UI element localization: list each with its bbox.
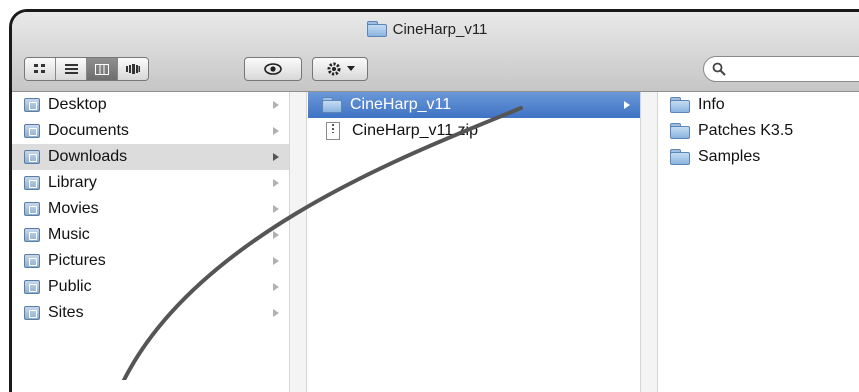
documents-folder-icon <box>24 124 40 138</box>
folder-icon <box>366 21 387 37</box>
icon-view-icon <box>34 64 45 73</box>
disclosure-arrow-icon <box>273 231 279 239</box>
eye-icon <box>264 63 282 75</box>
list-view-icon <box>64 64 78 74</box>
zip-file-icon <box>326 122 340 140</box>
folder-icon <box>670 97 690 113</box>
sidebar-item-documents[interactable]: Documents <box>12 118 289 144</box>
action-menu-button[interactable] <box>312 57 368 81</box>
view-segmented-control <box>24 57 149 81</box>
list-item-cineharp-zip[interactable]: CineHarp_v11.zip <box>308 118 640 144</box>
cineharp-column: Info Patches K3.5 Samples <box>660 92 859 392</box>
gear-icon <box>327 62 340 76</box>
sidebar-item-desktop[interactable]: Desktop <box>12 92 289 118</box>
folder-icon <box>670 123 690 139</box>
coverflow-view-button[interactable] <box>118 58 148 80</box>
disclosure-arrow-icon <box>624 101 630 109</box>
icon-view-button[interactable] <box>25 58 56 80</box>
sidebar-item-downloads[interactable]: Downloads <box>12 144 289 170</box>
folder-icon <box>322 97 342 113</box>
list-item-patches[interactable]: Patches K3.5 <box>660 118 859 144</box>
sidebar-item-movies[interactable]: Movies <box>12 196 289 222</box>
disclosure-arrow-icon <box>273 179 279 187</box>
sidebar-item-music[interactable]: Music <box>12 222 289 248</box>
column-divider[interactable] <box>289 92 307 392</box>
chevron-down-icon <box>346 66 355 71</box>
downloads-column: CineHarp_v11 CineHarp_v11.zip <box>308 92 640 392</box>
downloads-folder-icon <box>24 150 40 164</box>
column-divider[interactable] <box>640 92 658 392</box>
music-folder-icon <box>24 228 40 242</box>
library-folder-icon <box>24 176 40 190</box>
search-icon <box>712 62 726 76</box>
sidebar-item-library[interactable]: Library <box>12 170 289 196</box>
disclosure-arrow-icon <box>273 101 279 109</box>
list-item-info[interactable]: Info <box>660 92 859 118</box>
search-field[interactable] <box>703 56 859 82</box>
list-item-samples[interactable]: Samples <box>660 144 859 170</box>
window-title-text: CineHarp_v11 <box>392 21 488 38</box>
quick-look-button[interactable] <box>244 57 302 81</box>
disclosure-arrow-icon <box>273 127 279 135</box>
public-folder-icon <box>24 280 40 294</box>
column-view-icon <box>95 63 109 75</box>
coverflow-view-icon <box>126 64 140 74</box>
list-view-button[interactable] <box>56 58 87 80</box>
finder-window: CineHarp_v11 Desktop Documents Downloads… <box>9 9 859 392</box>
movies-folder-icon <box>24 202 40 216</box>
column-view-button[interactable] <box>87 58 118 80</box>
disclosure-arrow-icon <box>273 283 279 291</box>
title-bar: CineHarp_v11 <box>12 12 859 92</box>
window-title: CineHarp_v11 <box>12 21 842 38</box>
list-item-cineharp-folder[interactable]: CineHarp_v11 <box>308 92 640 118</box>
sidebar-item-public[interactable]: Public <box>12 274 289 300</box>
sidebar-column: Desktop Documents Downloads Library Movi… <box>12 92 289 392</box>
sidebar-item-sites[interactable]: Sites <box>12 300 289 326</box>
folder-icon <box>670 149 690 165</box>
search-input[interactable] <box>728 61 859 78</box>
sidebar-item-pictures[interactable]: Pictures <box>12 248 289 274</box>
disclosure-arrow-icon <box>273 257 279 265</box>
disclosure-arrow-icon <box>273 205 279 213</box>
sites-folder-icon <box>24 306 40 320</box>
disclosure-arrow-icon <box>273 309 279 317</box>
disclosure-arrow-icon <box>273 153 279 161</box>
desktop-folder-icon <box>24 98 40 112</box>
pictures-folder-icon <box>24 254 40 268</box>
